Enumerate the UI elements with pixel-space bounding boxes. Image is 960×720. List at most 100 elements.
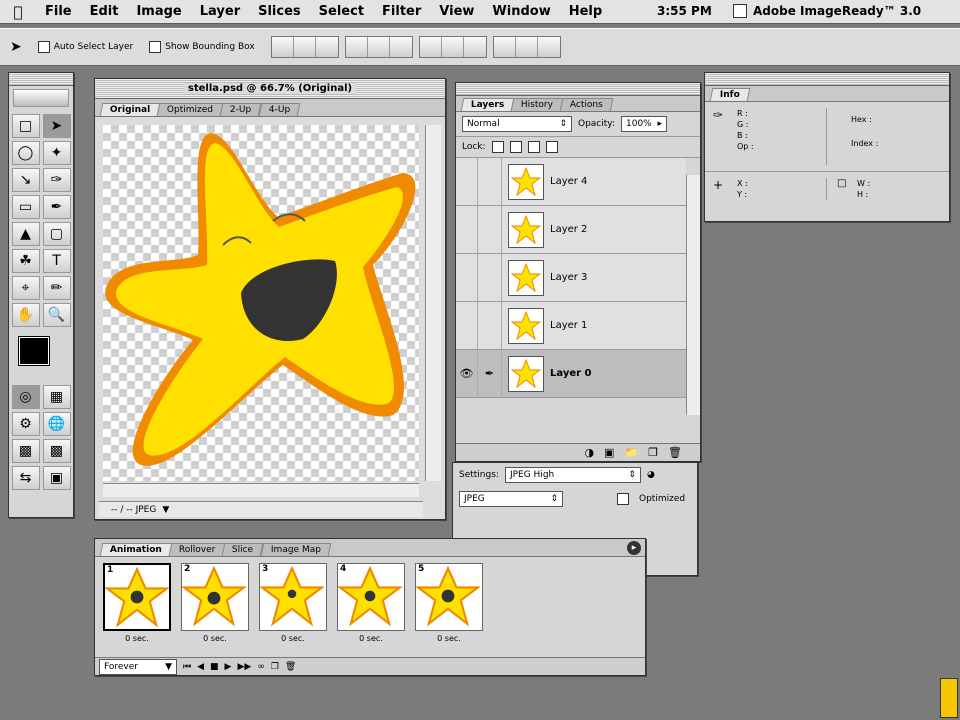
tab-animation[interactable]: Animation bbox=[99, 543, 173, 556]
frame-delay[interactable]: 0 sec. bbox=[437, 634, 461, 643]
document-canvas[interactable] bbox=[103, 125, 419, 481]
eye-icon[interactable]: 👁 bbox=[456, 349, 478, 398]
format-dropdown[interactable]: JPEG ⇕ bbox=[459, 491, 563, 507]
preview-document-icon[interactable]: ⚙ bbox=[11, 412, 40, 436]
visibility-toggle[interactable] bbox=[456, 205, 478, 254]
animation-frame[interactable]: 4 0 sec. bbox=[335, 563, 407, 643]
duplicate-frame-icon[interactable]: ❐ bbox=[271, 662, 279, 672]
layer-row[interactable]: Layer 4 bbox=[456, 157, 686, 206]
distribute-buttons-2[interactable] bbox=[492, 36, 561, 58]
menu-filter[interactable]: Filter bbox=[373, 4, 430, 19]
animation-frame[interactable]: 3 0 sec. bbox=[257, 563, 329, 643]
lasso-tool-icon[interactable]: ◯ bbox=[11, 141, 40, 165]
panel-menu-icon[interactable]: ▸ bbox=[627, 541, 641, 555]
show-bounding-checkbox[interactable] bbox=[149, 41, 162, 53]
lock-transparency-checkbox[interactable] bbox=[491, 141, 504, 153]
frame-delay[interactable]: 0 sec. bbox=[281, 634, 305, 643]
pencil-tool-icon[interactable]: ✏ bbox=[42, 276, 71, 300]
jump-to-photoshop-icon[interactable]: ⇆ bbox=[11, 466, 40, 490]
first-frame-icon[interactable]: ⏮ bbox=[183, 662, 191, 672]
preview-browser-icon[interactable]: 🌐 bbox=[42, 412, 71, 436]
optimize-menu-icon[interactable]: ◕ bbox=[647, 470, 655, 480]
link-toggle[interactable] bbox=[478, 301, 502, 350]
menu-view[interactable]: View bbox=[430, 4, 483, 19]
full-screen-icon[interactable]: ▩ bbox=[42, 439, 71, 463]
lock-image-checkbox[interactable] bbox=[509, 141, 522, 153]
layer-row-selected[interactable]: 👁 ✒ Layer 0 bbox=[456, 349, 686, 398]
animation-frame[interactable]: 5 0 sec. bbox=[413, 563, 485, 643]
distribute-buttons-1[interactable] bbox=[418, 36, 487, 58]
tab-2up[interactable]: 2-Up bbox=[219, 103, 263, 116]
magic-wand-tool-icon[interactable]: ✦ bbox=[42, 141, 71, 165]
tween-icon[interactable]: ∞ bbox=[257, 662, 265, 672]
brush-tool-icon[interactable]: ✒ bbox=[42, 195, 71, 219]
toolbox-titlebar[interactable] bbox=[9, 73, 73, 86]
image-map-icon[interactable]: ▣ bbox=[42, 466, 71, 490]
layer-row[interactable]: Layer 3 bbox=[456, 253, 686, 302]
app-menu[interactable]: Adobe ImageReady™ 3.0 bbox=[733, 4, 921, 18]
document-titlebar[interactable]: stella.psd @ 66.7% (Original) bbox=[95, 79, 445, 99]
play-icon[interactable]: ▶ bbox=[225, 662, 232, 672]
standard-screen-icon[interactable]: ▩ bbox=[11, 439, 40, 463]
eraser-tool-icon[interactable]: ▭ bbox=[11, 195, 40, 219]
link-toggle[interactable] bbox=[478, 157, 502, 206]
visibility-toggle[interactable] bbox=[456, 157, 478, 206]
status-dropdown-icon[interactable]: ▼ bbox=[162, 505, 169, 515]
stop-icon[interactable]: ■ bbox=[210, 662, 219, 672]
frame-delay[interactable]: 0 sec. bbox=[125, 634, 149, 643]
rollover-preview-icon[interactable]: ◎ bbox=[11, 385, 40, 409]
document-horizontal-scrollbar[interactable] bbox=[103, 483, 419, 497]
stamp-tool-icon[interactable]: ▲ bbox=[11, 222, 40, 246]
settings-dropdown[interactable]: JPEG High ⇕ bbox=[504, 467, 641, 483]
tab-slice[interactable]: Slice bbox=[221, 543, 264, 556]
zoom-tool-icon[interactable]: 🔍 bbox=[42, 303, 71, 327]
hand-tool-icon[interactable]: ✋ bbox=[11, 303, 40, 327]
next-frame-icon[interactable]: ▶▶ bbox=[237, 662, 251, 672]
align-buttons-2[interactable] bbox=[344, 36, 413, 58]
layers-panel-titlebar[interactable] bbox=[456, 83, 700, 96]
marquee-tool-icon[interactable]: □ bbox=[11, 114, 40, 138]
menu-edit[interactable]: Edit bbox=[81, 4, 128, 19]
visibility-toggle[interactable] bbox=[456, 253, 478, 302]
tab-image-map[interactable]: Image Map bbox=[260, 543, 331, 556]
rectangle-tool-icon[interactable]: ▢ bbox=[42, 222, 71, 246]
show-bounding-box-option[interactable]: Show Bounding Box bbox=[149, 41, 255, 53]
info-panel-titlebar[interactable] bbox=[705, 73, 949, 86]
bucket-tool-icon[interactable]: ☘ bbox=[11, 249, 40, 273]
frame-delay[interactable]: 0 sec. bbox=[359, 634, 383, 643]
toggle-slices-icon[interactable]: ▦ bbox=[42, 385, 71, 409]
link-toggle[interactable] bbox=[478, 205, 502, 254]
apple-icon[interactable]:  bbox=[0, 3, 36, 21]
new-layer-set-icon[interactable]: 📁 bbox=[624, 446, 638, 459]
paintbrush-icon[interactable]: ✒ bbox=[478, 349, 502, 398]
layers-scrollbar[interactable] bbox=[686, 175, 700, 415]
foreground-color-swatch[interactable] bbox=[18, 336, 50, 366]
link-toggle[interactable] bbox=[478, 253, 502, 302]
imageready-logo[interactable] bbox=[13, 89, 69, 107]
layer-row[interactable]: Layer 2 bbox=[456, 205, 686, 254]
tab-optimized[interactable]: Optimized bbox=[156, 103, 224, 116]
menu-select[interactable]: Select bbox=[310, 4, 373, 19]
prev-frame-icon[interactable]: ◀ bbox=[197, 662, 204, 672]
menu-window[interactable]: Window bbox=[483, 4, 559, 19]
blend-mode-dropdown[interactable]: Normal ⇕ bbox=[462, 116, 572, 132]
auto-select-checkbox[interactable] bbox=[37, 41, 50, 53]
frame-delay[interactable]: 0 sec. bbox=[203, 634, 227, 643]
lock-all-checkbox[interactable] bbox=[545, 141, 558, 153]
trash-icon[interactable]: 🗑 bbox=[668, 446, 682, 459]
align-buttons-1[interactable] bbox=[270, 36, 339, 58]
menu-slices[interactable]: Slices bbox=[249, 4, 310, 19]
tab-info[interactable]: Info bbox=[709, 88, 751, 101]
tab-original[interactable]: Original bbox=[99, 103, 161, 116]
layer-effects-icon[interactable]: ◑ bbox=[584, 446, 594, 459]
eyedropper-tool-icon[interactable]: ✑ bbox=[42, 168, 71, 192]
menu-help[interactable]: Help bbox=[560, 4, 611, 19]
animation-frame[interactable]: 2 0 sec. bbox=[179, 563, 251, 643]
move-tool-icon[interactable]: ➤ bbox=[42, 114, 71, 138]
tab-history[interactable]: History bbox=[510, 98, 564, 111]
menu-image[interactable]: Image bbox=[127, 4, 190, 19]
layer-mask-icon[interactable]: ▣ bbox=[604, 446, 614, 459]
animation-frame[interactable]: 1 0 sec. bbox=[101, 563, 173, 643]
lock-position-checkbox[interactable] bbox=[527, 141, 540, 153]
tab-4up[interactable]: 4-Up bbox=[258, 103, 301, 116]
